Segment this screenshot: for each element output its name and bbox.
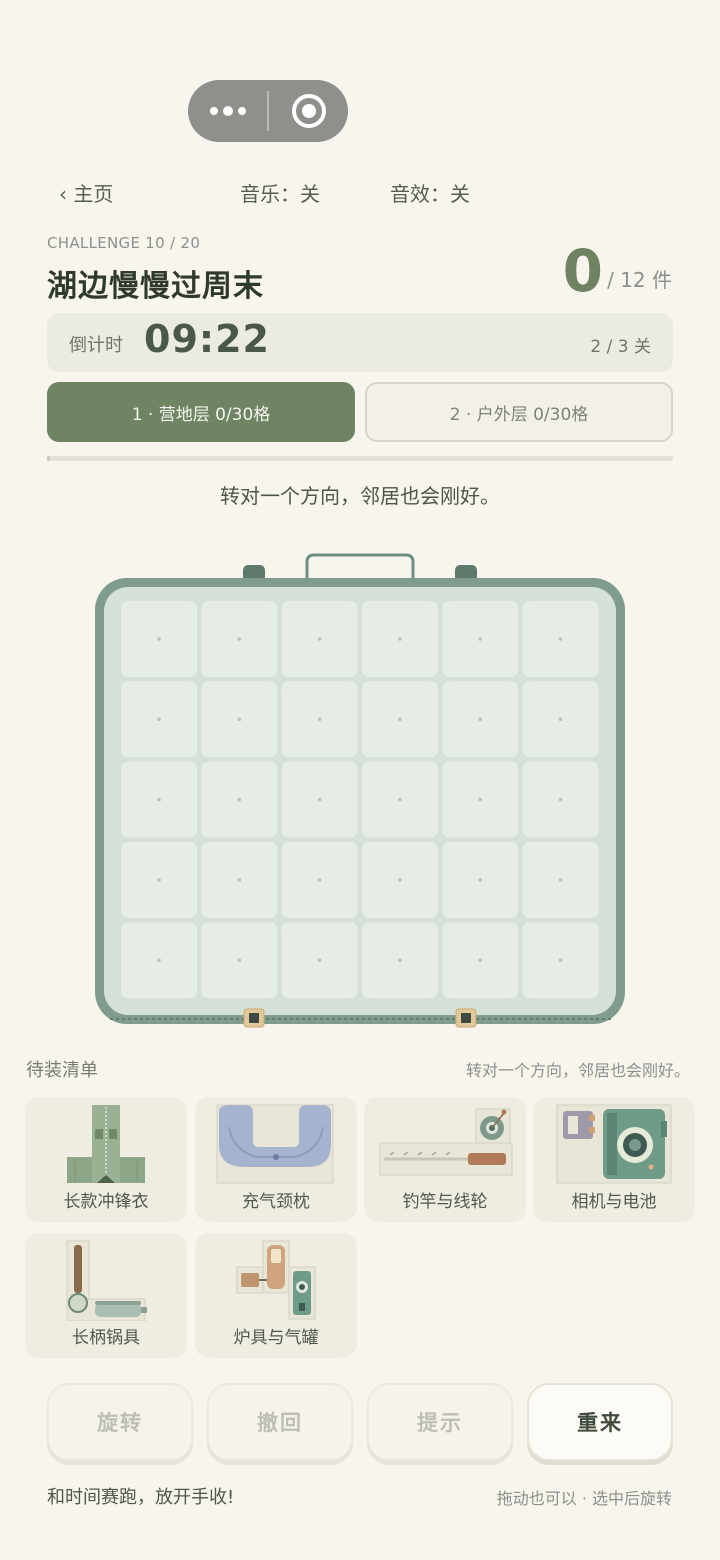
cell-center-dot xyxy=(157,797,161,802)
score-total: / 12 件 xyxy=(607,268,672,292)
stage-count: 2 / 3 关 xyxy=(590,337,651,357)
restart-button[interactable]: 重来 xyxy=(527,1383,673,1461)
cell-center-dot xyxy=(237,637,242,641)
tab-outdoor-layer[interactable]: 2 · 户外层 0/30格 xyxy=(365,382,673,442)
cell-center-dot xyxy=(237,797,242,802)
undo-button[interactable]: 撤回 xyxy=(207,1383,353,1461)
hint-text: 转对一个方向，邻居也会刚好。 xyxy=(220,484,500,508)
pan-icon xyxy=(66,1240,147,1321)
item-label: 钓竿与线轮 xyxy=(402,1192,488,1212)
suitcase-board xyxy=(0,550,720,1030)
neck-pillow-icon xyxy=(216,1104,334,1184)
packed-score: 0 xyxy=(562,237,603,305)
fill-progress-bar xyxy=(47,456,673,461)
cell-center-dot xyxy=(558,717,563,722)
timer-bar: 倒计时 09:22 2 / 3 关 xyxy=(47,313,673,372)
fishing-rod-icon xyxy=(379,1108,513,1176)
item-card-fishing-rod[interactable]: 钓竿与线轮 xyxy=(364,1097,526,1222)
cell-center-dot xyxy=(558,878,563,882)
cell-center-dot xyxy=(317,797,322,802)
more-icon[interactable] xyxy=(188,80,267,142)
mini-program-capsule xyxy=(188,80,348,142)
rotate-button[interactable]: 旋转 xyxy=(47,1383,193,1461)
timer-value: 09:22 xyxy=(144,317,270,361)
hint-button[interactable]: 提示 xyxy=(367,1383,513,1461)
suitcase-latch-left-core xyxy=(249,1013,259,1023)
cell-center-dot xyxy=(157,717,161,722)
jacket-icon xyxy=(67,1105,145,1183)
cell-center-dot xyxy=(157,958,161,962)
cell-center-dot xyxy=(237,717,242,722)
footer-slogan: 和时间赛跑，放开手收! xyxy=(47,1487,235,1508)
inventory-hint: 转对一个方向，邻居也会刚好。 xyxy=(465,1061,690,1080)
challenge-label: CHALLENGE 10 / 20 xyxy=(47,234,201,252)
close-record-icon[interactable] xyxy=(269,80,348,142)
cell-center-dot xyxy=(237,958,242,962)
item-label: 相机与电池 xyxy=(571,1192,657,1212)
cell-center-dot xyxy=(478,717,483,722)
cell-center-dot xyxy=(478,958,483,962)
music-toggle[interactable]: 音乐：关 xyxy=(240,180,320,208)
cell-center-dot xyxy=(478,878,483,882)
cell-center-dot xyxy=(558,637,563,641)
item-card-pan[interactable]: 长柄锅具 xyxy=(25,1233,187,1358)
item-label: 长款冲锋衣 xyxy=(63,1192,149,1212)
stove-icon xyxy=(236,1240,316,1320)
cell-center-dot xyxy=(398,878,402,882)
fill-progress-fill xyxy=(47,456,50,461)
cell-center-dot xyxy=(398,717,402,722)
item-label: 长柄锅具 xyxy=(72,1328,140,1348)
cell-center-dot xyxy=(317,878,322,882)
timer-label: 倒计时 xyxy=(69,335,123,356)
footer-tip: 拖动也可以 · 选中后旋转 xyxy=(496,1489,672,1508)
inventory-title: 待装清单 xyxy=(26,1060,98,1081)
cell-center-dot xyxy=(478,797,483,802)
tab-camp-layer[interactable]: 1 · 营地层 0/30格 xyxy=(47,382,355,442)
item-card-camera[interactable]: 相机与电池 xyxy=(533,1097,695,1222)
back-home-button[interactable]: ‹ 主页 xyxy=(59,180,113,208)
item-label: 炉具与气罐 xyxy=(233,1328,319,1348)
cell-center-dot xyxy=(478,637,483,641)
cell-center-dot xyxy=(558,797,563,802)
cell-center-dot xyxy=(317,958,322,962)
item-label: 充气颈枕 xyxy=(242,1192,310,1212)
cell-center-dot xyxy=(237,878,242,882)
sfx-toggle[interactable]: 音效：关 xyxy=(390,180,470,208)
cell-center-dot xyxy=(317,717,322,722)
item-card-neck-pillow[interactable]: 充气颈枕 xyxy=(195,1097,357,1222)
cell-center-dot xyxy=(398,797,402,802)
cell-center-dot xyxy=(558,958,563,962)
suitcase-handle xyxy=(305,553,415,580)
cell-center-dot xyxy=(157,878,161,882)
item-card-jacket[interactable]: 长款冲锋衣 xyxy=(25,1097,187,1222)
cell-center-dot xyxy=(398,637,402,641)
suitcase-latch-right-core xyxy=(461,1013,471,1023)
cell-center-dot xyxy=(157,637,161,641)
item-card-stove[interactable]: 炉具与气罐 xyxy=(195,1233,357,1358)
level-title: 湖边慢慢过周末 xyxy=(47,269,264,304)
cell-center-dot xyxy=(317,637,322,641)
cell-center-dot xyxy=(398,958,402,962)
camera-icon xyxy=(556,1104,672,1184)
